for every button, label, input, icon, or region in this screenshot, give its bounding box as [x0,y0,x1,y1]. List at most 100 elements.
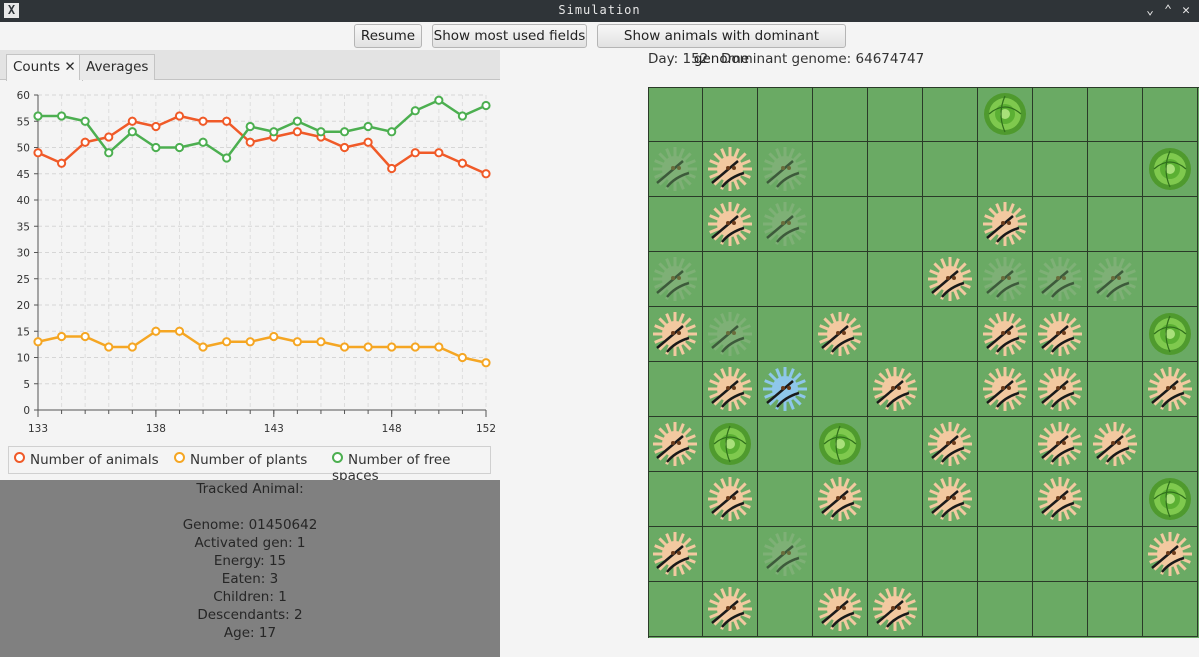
map-cell[interactable] [703,527,758,582]
map-cell[interactable] [1088,472,1143,527]
series-line-0 [37,114,487,175]
map-cell[interactable] [813,197,868,252]
tab-averages[interactable]: Averages [79,54,156,80]
map-cell[interactable] [1033,582,1088,637]
animal-icon [653,532,697,576]
map-cell[interactable] [648,362,703,417]
tab-counts[interactable]: Counts ✕ [6,54,83,81]
show-most-used-fields-button[interactable]: Show most used fields [432,24,587,48]
map-cell[interactable] [1033,197,1088,252]
data-point-0 [198,116,208,126]
map-cell[interactable] [758,472,813,527]
y-tick-label: 60 [17,90,30,102]
map-cell[interactable] [923,197,978,252]
animal-icon [653,312,697,356]
tracked-animal-icon[interactable] [759,363,811,415]
map-cell[interactable] [868,527,923,582]
data-point-1 [387,342,397,352]
map-cell[interactable] [923,582,978,637]
map-cell[interactable] [758,307,813,362]
day-label: Day: 152 [648,51,709,67]
map-cell[interactable] [923,87,978,142]
map-cell[interactable] [648,582,703,637]
map-cell[interactable] [978,582,1033,637]
map-cell[interactable] [648,472,703,527]
x-tick-label: 143 [264,423,284,435]
data-point-1 [410,342,420,352]
map-cell[interactable] [868,142,923,197]
map-cell[interactable] [1088,527,1143,582]
map-cell[interactable] [813,142,868,197]
close-icon[interactable]: ✕ [1177,2,1195,20]
map-cell[interactable] [1088,362,1143,417]
map-cell[interactable] [813,252,868,307]
map-cell[interactable] [1143,252,1198,307]
data-point-1 [104,342,114,352]
map-cell[interactable] [868,472,923,527]
animal-icon [928,477,972,521]
map-cell[interactable] [923,307,978,362]
map-cell[interactable] [1088,197,1143,252]
map-cell[interactable] [923,527,978,582]
map-cell[interactable] [978,142,1033,197]
map-cell[interactable] [1088,87,1143,142]
animal-icon [983,367,1027,411]
map-cell[interactable] [1143,197,1198,252]
resume-button[interactable]: Resume [354,24,422,48]
map-cell[interactable] [1033,142,1088,197]
animal-icon [1093,422,1137,466]
map-cell[interactable] [868,87,923,142]
tracked-activated-gen: Activated gen: 1 [194,535,306,551]
y-tick-label: 40 [17,195,30,207]
data-point-2 [481,100,491,111]
data-point-0 [56,158,67,168]
data-point-0 [339,142,350,153]
map-cell[interactable] [1143,87,1198,142]
map-cell[interactable] [813,87,868,142]
map-cell[interactable] [868,252,923,307]
y-tick-label: 5 [23,379,30,391]
map-cell[interactable] [978,417,1033,472]
animal-icon [763,532,807,576]
show-dominant-genome-button[interactable]: Show animals with dominant genome [597,24,846,67]
map-cell[interactable] [703,252,758,307]
tracked-age: Age: 17 [223,625,277,641]
data-point-0 [292,127,302,137]
map-cell[interactable] [758,417,813,472]
map-cell[interactable] [813,527,868,582]
simulation-map[interactable] [648,87,1199,638]
map-cell[interactable] [1033,87,1088,142]
map-cell[interactable] [923,362,978,417]
map-cell[interactable] [703,87,758,142]
map-cell[interactable] [758,582,813,637]
map-cell[interactable] [1143,417,1198,472]
animal-icon [873,587,917,631]
animal-icon [708,202,752,246]
minimize-icon[interactable]: ⌄ [1141,2,1159,20]
map-cell[interactable] [813,362,868,417]
map-cell[interactable] [648,87,703,142]
map-cell[interactable] [758,87,813,142]
maximize-icon[interactable]: ⌃ [1159,2,1177,20]
map-cell[interactable] [1088,307,1143,362]
map-cell[interactable] [923,142,978,197]
data-point-2 [292,116,302,126]
map-cell[interactable] [758,252,813,307]
data-point-0 [363,137,373,147]
map-cell[interactable] [868,197,923,252]
map-cell[interactable] [648,197,703,252]
data-point-2 [198,137,208,147]
animal-icon [653,147,697,191]
map-cell[interactable] [1088,142,1143,197]
map-cell[interactable] [868,417,923,472]
data-point-1 [80,331,90,342]
map-cell[interactable] [1088,582,1143,637]
y-tick-label: 25 [17,274,30,286]
map-cell[interactable] [978,527,1033,582]
map-cell[interactable] [1143,582,1198,637]
legend-animals-label: Number of animals [30,452,159,468]
map-cell[interactable] [1033,527,1088,582]
map-cell[interactable] [978,472,1033,527]
data-point-2 [410,106,420,116]
map-cell[interactable] [868,307,923,362]
